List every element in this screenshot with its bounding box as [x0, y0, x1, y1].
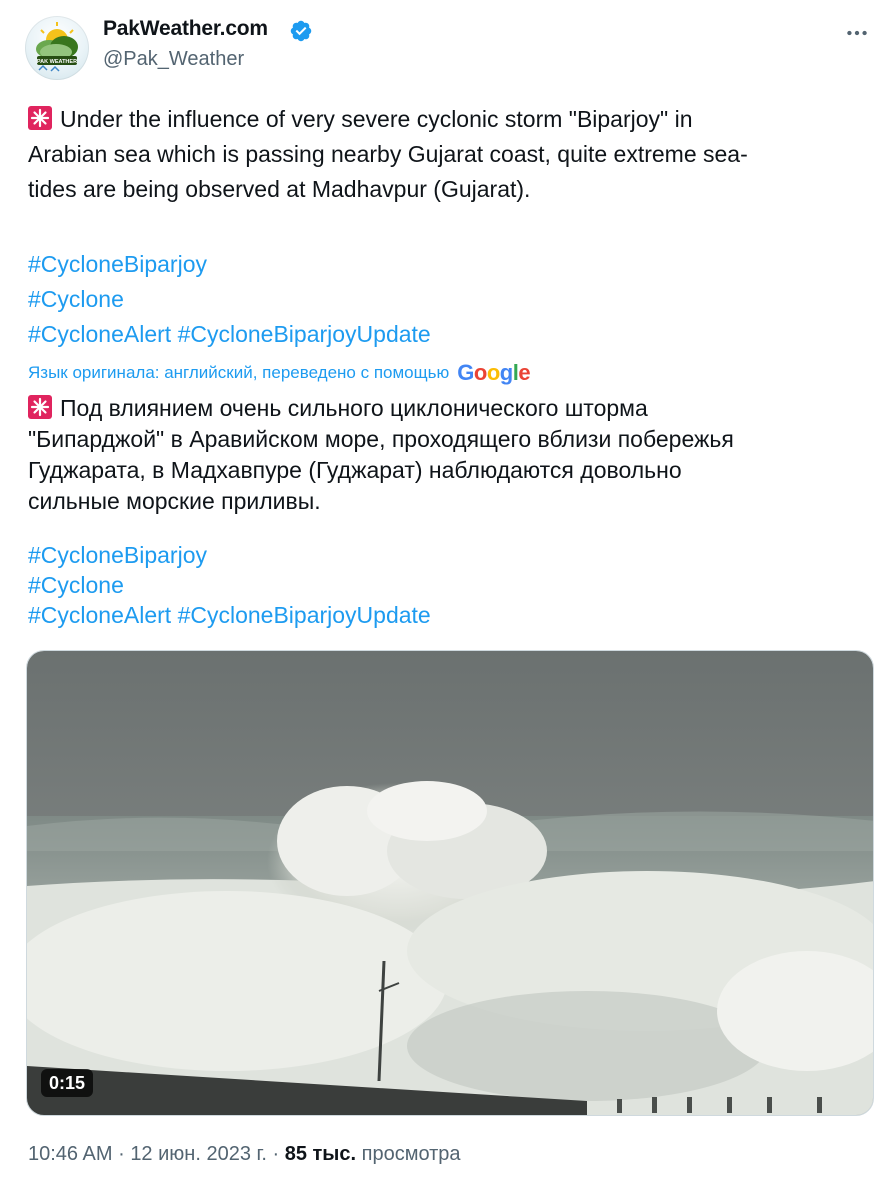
meta-separator: · — [272, 1143, 280, 1165]
hashtag-link[interactable]: #CycloneBiparjoy — [28, 542, 207, 568]
video-duration-badge: 0:15 — [41, 1069, 94, 1097]
hashtag-link[interactable]: #Cyclone — [28, 572, 124, 598]
hashtags-translated: #CycloneBiparjoy #Cyclone #CycloneAlert … — [28, 540, 868, 630]
handle[interactable]: @Pak_Weather — [103, 48, 244, 71]
post-date[interactable]: 12 июн. 2023 г. — [130, 1143, 267, 1165]
hashtags-original: #CycloneBiparjoy #Cyclone #CycloneAlert … — [28, 247, 868, 352]
text-line-content: Under the influence of very severe cyclo… — [60, 106, 693, 132]
hashtag-link[interactable]: #CycloneBiparjoyUpdate — [178, 602, 431, 628]
views-count[interactable]: 85 тыс. — [285, 1143, 356, 1165]
hashtag-link[interactable]: #CycloneBiparjoyUpdate — [178, 321, 431, 347]
video-thumbnail — [27, 651, 873, 1115]
more-icon — [847, 30, 867, 36]
post-metadata: 10:46 AM · 12 июн. 2023 г. · 85 тыс. про… — [28, 1143, 461, 1166]
siren-icon — [28, 395, 52, 419]
avatar[interactable]: PAK WEATHER — [25, 16, 89, 80]
hashtag-link[interactable]: #CycloneAlert — [28, 321, 171, 347]
display-name[interactable]: PakWeather.com — [103, 17, 268, 41]
views-label: просмотра — [361, 1143, 461, 1165]
avatar-logo-text: PAK WEATHER — [37, 59, 77, 65]
translation-notice[interactable]: Язык оригинала: английский, переведено с… — [28, 360, 531, 385]
text-line: tides are being observed at Madhavpur (G… — [28, 176, 531, 202]
translation-notice-text: Язык оригинала: английский, переведено с… — [28, 363, 450, 382]
siren-icon — [28, 106, 52, 130]
post-text-translated: Под влиянием очень сильного циклоническо… — [28, 393, 868, 517]
tweet: PAK WEATHER PakWeather.com @Pak_Weather … — [0, 0, 888, 1182]
more-options-button[interactable] — [842, 18, 872, 48]
post-text-original: Under the influence of very severe cyclo… — [28, 102, 868, 207]
video-player[interactable]: 0:15 — [26, 650, 874, 1116]
text-line: Under the influence of very severe cyclo… — [28, 102, 868, 137]
hashtag-link[interactable]: #CycloneAlert — [28, 602, 171, 628]
hashtag-link[interactable]: #CycloneBiparjoy — [28, 251, 207, 277]
text-line-content: Под влиянием очень сильного циклоническо… — [60, 395, 648, 421]
post-time[interactable]: 10:46 AM — [28, 1143, 113, 1165]
pak-weather-logo: PAK WEATHER — [36, 22, 78, 72]
google-logo: Google — [457, 360, 531, 385]
text-line: сильные морские приливы. — [28, 488, 321, 514]
text-line: "Бипарджой" в Аравийском море, проходяще… — [28, 426, 734, 452]
text-line: Гуджарата, в Мадхавпуре (Гуджарат) наблю… — [28, 457, 682, 483]
text-line: Arabian sea which is passing nearby Guja… — [28, 141, 748, 167]
text-line: Под влиянием очень сильного циклоническо… — [28, 393, 868, 424]
meta-separator: · — [118, 1143, 125, 1165]
hashtag-link[interactable]: #Cyclone — [28, 286, 124, 312]
verified-badge-icon[interactable] — [289, 19, 313, 43]
